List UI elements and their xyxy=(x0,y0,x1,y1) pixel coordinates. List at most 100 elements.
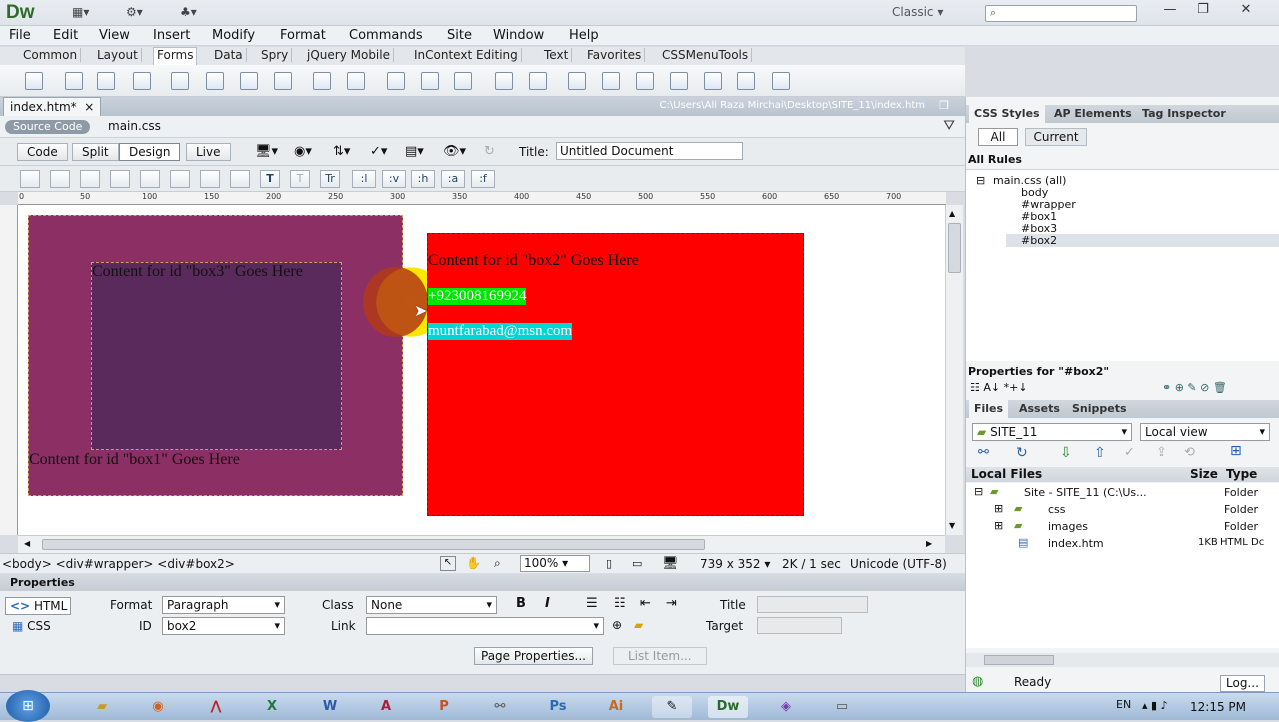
list-item[interactable]: ⊞ ▰ css Folder xyxy=(966,502,1279,518)
box1-text[interactable]: Content for id "box1" Goes Here xyxy=(29,451,240,469)
bold-button[interactable]: B xyxy=(516,596,526,611)
box3-div[interactable]: Content for id "box3" Goes Here xyxy=(91,262,342,450)
text-format-icon[interactable]: T xyxy=(260,170,280,188)
toolbar-btn-6[interactable] xyxy=(170,170,190,188)
file-management-icon[interactable]: ⇅▾ xyxy=(333,144,350,159)
text-field-icon[interactable] xyxy=(65,72,83,90)
desktop-size-icon[interactable]: 🖥 xyxy=(662,556,679,571)
col-size[interactable]: Size xyxy=(1190,467,1218,481)
expand-icon[interactable]: ⊟ xyxy=(976,174,985,187)
tab-ap-elements[interactable]: AP Elements xyxy=(1054,107,1132,120)
menu-edit[interactable]: Edit xyxy=(53,28,78,43)
html-mode-button[interactable]: <> HTML xyxy=(5,597,71,615)
document-tab[interactable]: index.htm* × xyxy=(3,97,102,116)
format-select[interactable]: Paragraph xyxy=(162,596,285,614)
spry-validation-select-icon[interactable] xyxy=(636,72,654,90)
paint-taskbar-icon[interactable]: ✎ xyxy=(652,696,692,718)
refresh-files-icon[interactable]: ↻ xyxy=(1016,445,1028,461)
restore-button[interactable]: ❐ xyxy=(1183,0,1223,20)
firefox-taskbar-icon[interactable]: ◉ xyxy=(138,696,178,718)
browser-compat-icon[interactable]: ▤▾ xyxy=(405,144,424,159)
css-mode-button[interactable]: ▦ CSS xyxy=(12,619,51,633)
search-input[interactable]: ⌕ xyxy=(985,5,1137,22)
tab-forms[interactable]: Forms xyxy=(153,47,198,65)
file-field-icon[interactable] xyxy=(387,72,405,90)
ordered-list-icon[interactable]: ☷ xyxy=(614,596,626,611)
spry-validation-confirm-icon[interactable] xyxy=(704,72,722,90)
form-icon[interactable] xyxy=(25,72,43,90)
browse-folder-icon[interactable]: ▰ xyxy=(634,618,643,632)
box3-text[interactable]: Content for id "box3" Goes Here xyxy=(92,263,303,281)
live-view-button[interactable]: Live xyxy=(186,143,231,161)
rule-box2[interactable]: #box2 xyxy=(1021,234,1057,247)
button-icon[interactable] xyxy=(421,72,439,90)
filter-icon[interactable]: ⛛ xyxy=(943,118,955,134)
design-view-button[interactable]: Design xyxy=(119,143,181,161)
dreamweaver-taskbar-icon[interactable]: Dw xyxy=(708,696,748,718)
expand-icon[interactable]: ⊞ xyxy=(994,502,1003,515)
class-select[interactable]: None xyxy=(366,596,497,614)
scroll-left-icon[interactable]: ◀ xyxy=(24,539,30,548)
spry-validation-text-icon[interactable] xyxy=(529,72,547,90)
tab-layout[interactable]: Layout xyxy=(94,48,142,62)
list-item[interactable]: ⊞ ▰ images Folder xyxy=(966,519,1279,535)
expand-panel-icon[interactable]: ⊞ xyxy=(1230,443,1242,459)
excel-taskbar-icon[interactable]: X xyxy=(252,696,292,718)
menu-insert[interactable]: Insert xyxy=(153,28,190,43)
illustrator-taskbar-icon[interactable]: Ai xyxy=(596,696,636,718)
menu-view[interactable]: View xyxy=(99,28,130,43)
css-props-actions-icons[interactable]: ⚭ ⊕ ✎ ⊘ 🗑 xyxy=(1162,381,1227,394)
restore-doc-icon[interactable]: ❐ xyxy=(939,99,949,112)
tab-incontext-editing[interactable]: InContext Editing xyxy=(411,48,522,62)
workspace-switcher[interactable]: Classic ▾ xyxy=(892,5,943,19)
point-to-file-icon[interactable]: ⊕ xyxy=(612,618,622,632)
spry-validation-radio-icon[interactable] xyxy=(737,72,755,90)
design-canvas[interactable]: Content for id "box3" Goes Here Content … xyxy=(18,205,945,535)
vertical-scrollbar[interactable]: ▲ ▼ xyxy=(945,205,963,535)
window-size[interactable]: 739 x 352 ▾ xyxy=(700,557,770,571)
label-icon[interactable] xyxy=(454,72,472,90)
select-tool-icon[interactable]: ↖ xyxy=(440,556,456,571)
jump-menu-icon[interactable] xyxy=(313,72,331,90)
radio-group-icon[interactable] xyxy=(206,72,224,90)
format-btn-v[interactable]: :v xyxy=(382,170,406,188)
spry-validation-password-icon[interactable] xyxy=(670,72,688,90)
radio-button-icon[interactable] xyxy=(240,72,258,90)
css-props-view-icons[interactable]: ☷ A↓ *+↓ xyxy=(970,381,1028,394)
link-input[interactable] xyxy=(366,617,604,635)
col-type[interactable]: Type xyxy=(1226,467,1257,481)
target-select[interactable] xyxy=(757,617,842,634)
box1-div[interactable]: Content for id "box3" Goes Here Content … xyxy=(28,215,403,496)
collapse-icon[interactable]: ⊟ xyxy=(974,485,983,498)
sync-icon[interactable]: ⟲ xyxy=(1184,445,1195,460)
title-input[interactable]: Untitled Document xyxy=(556,142,743,160)
format-btn-l[interactable]: :l xyxy=(352,170,376,188)
photoshop-taskbar-icon[interactable]: Ps xyxy=(538,696,578,718)
checkout-icon[interactable]: ✓ xyxy=(1124,445,1135,460)
expand-icon[interactable]: ⊞ xyxy=(994,519,1003,532)
app-taskbar-icon[interactable]: ▭ xyxy=(822,696,862,718)
outdent-icon[interactable]: ⇤ xyxy=(640,596,651,611)
id-select[interactable]: box2 xyxy=(162,617,285,635)
tab-text[interactable]: Text xyxy=(541,48,573,62)
w3c-validation-icon[interactable]: ✓▾ xyxy=(370,144,387,159)
site-select[interactable]: ▰ SITE_11 xyxy=(972,423,1132,441)
multiscreen-icon[interactable]: 🖥▾ xyxy=(255,144,278,159)
menu-site[interactable]: Site xyxy=(447,28,472,43)
code-view-button[interactable]: Code xyxy=(17,143,68,161)
toolbar-btn-3[interactable] xyxy=(80,170,100,188)
tab-data[interactable]: Data xyxy=(211,48,247,62)
indent-icon[interactable]: ⇥ xyxy=(666,596,677,611)
source-code-button[interactable]: Source Code xyxy=(5,120,91,134)
textarea-icon[interactable] xyxy=(133,72,151,90)
close-button[interactable]: ✕ xyxy=(1226,0,1266,20)
toolbar-btn-1[interactable] xyxy=(20,170,40,188)
text-format3-icon[interactable]: Tr xyxy=(320,170,340,188)
tab-assets[interactable]: Assets xyxy=(1019,402,1060,415)
tab-common[interactable]: Common xyxy=(20,48,82,62)
list-item[interactable]: ⊟ ▰ Site - SITE_11 (C:\Us... Folder xyxy=(966,485,1279,501)
toolbar-btn-4[interactable] xyxy=(110,170,130,188)
image-field-icon[interactable] xyxy=(347,72,365,90)
format-btn-h[interactable]: :h xyxy=(411,170,435,188)
clock[interactable]: 12:15 PM xyxy=(1190,700,1246,714)
